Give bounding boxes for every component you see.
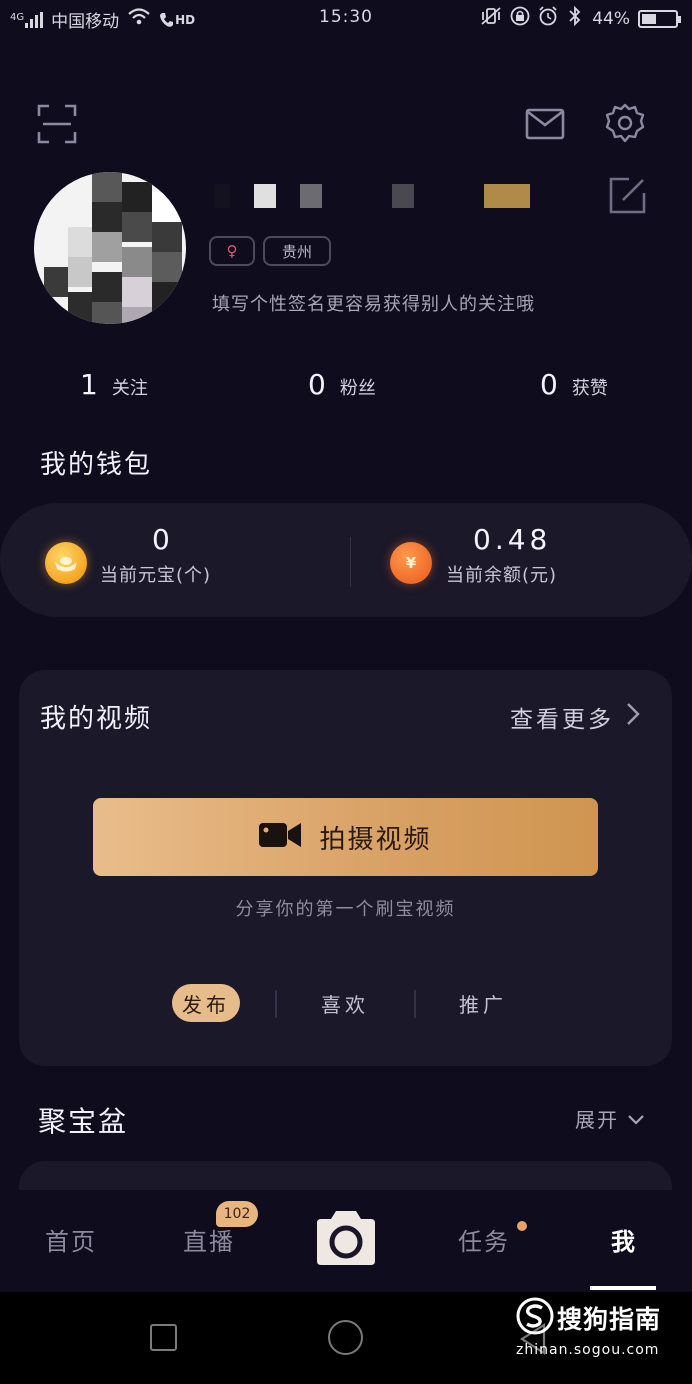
bluetooth-icon bbox=[566, 5, 584, 31]
nav-tasks[interactable]: 任务 bbox=[458, 1222, 510, 1257]
camera-button[interactable] bbox=[313, 1209, 379, 1267]
wallet-title: 我的钱包 bbox=[40, 450, 153, 480]
money-bag-symbol: ¥ bbox=[405, 554, 417, 572]
stat-fans-label: 粉丝 bbox=[339, 378, 376, 399]
vibrate-icon bbox=[480, 7, 502, 30]
treasure-title: 聚宝盆 bbox=[38, 1105, 129, 1138]
nav-live[interactable]: 直播 bbox=[183, 1222, 235, 1257]
gender-tag: ♀ bbox=[209, 236, 255, 266]
sogou-watermark: 搜狗指南 zhinan.sogou.com bbox=[515, 1296, 675, 1366]
yuanbao-value: 0 bbox=[152, 523, 174, 556]
tab-likes[interactable]: 喜欢 bbox=[309, 984, 381, 1022]
tab-promote[interactable]: 推广 bbox=[447, 984, 519, 1022]
view-more-link[interactable]: 查看更多 bbox=[510, 700, 640, 734]
edit-profile-icon[interactable] bbox=[607, 175, 647, 215]
stat-likes-count: 0 bbox=[540, 368, 558, 401]
bottom-tab-bar: 首页 直播 102 任务 我 bbox=[0, 1190, 692, 1292]
shoot-video-label: 拍摄视频 bbox=[319, 824, 432, 855]
status-bar: 4G 中国移动 HD 15:30 44% bbox=[0, 0, 692, 36]
recents-button[interactable] bbox=[150, 1324, 177, 1351]
wallet-yuanbao[interactable]: 0 当前元宝(个) bbox=[0, 503, 340, 617]
location-tag: 贵州 bbox=[263, 236, 331, 266]
wallet-balance[interactable]: ¥ 0.48 当前余额(元) bbox=[352, 503, 692, 617]
watermark-url: zhinan.sogou.com bbox=[516, 1342, 660, 1358]
chevron-right-icon bbox=[626, 702, 640, 732]
stat-following[interactable]: 1 关注 bbox=[80, 368, 148, 401]
scan-icon[interactable] bbox=[37, 104, 77, 144]
tab-publish[interactable]: 发布 bbox=[172, 984, 240, 1022]
view-more-label: 查看更多 bbox=[510, 707, 614, 733]
tab-separator bbox=[275, 990, 277, 1018]
watermark-brand: 搜狗指南 bbox=[557, 1305, 662, 1334]
tab-separator bbox=[414, 990, 416, 1018]
shoot-video-button[interactable]: 拍摄视频 bbox=[93, 798, 598, 876]
signature-text[interactable]: 填写个性签名更容易获得别人的关注哦 bbox=[212, 290, 535, 316]
my-videos-title: 我的视频 bbox=[40, 704, 153, 734]
wallet-divider bbox=[350, 537, 351, 587]
nav-active-indicator bbox=[590, 1286, 656, 1290]
balance-value: 0.48 bbox=[473, 523, 552, 556]
avatar[interactable] bbox=[34, 172, 186, 324]
my-videos-card: 我的视频 查看更多 拍摄视频 分享你的第一个刷宝视频 发布 喜欢 推广 bbox=[19, 670, 672, 1066]
expand-toggle[interactable]: 展开 bbox=[575, 1104, 645, 1133]
battery-icon bbox=[638, 9, 681, 28]
battery-percent: 44% bbox=[592, 8, 630, 29]
yuanbao-label: 当前元宝(个) bbox=[100, 565, 212, 586]
mail-icon[interactable] bbox=[525, 104, 565, 144]
stat-following-count: 1 bbox=[80, 368, 98, 401]
tasks-notification-dot bbox=[517, 1221, 527, 1231]
balance-label: 当前余额(元) bbox=[446, 565, 558, 586]
home-button[interactable] bbox=[328, 1320, 363, 1355]
female-icon: ♀ bbox=[226, 242, 238, 260]
nav-home[interactable]: 首页 bbox=[45, 1222, 97, 1257]
username-redacted bbox=[206, 180, 546, 212]
stat-likes[interactable]: 0 获赞 bbox=[540, 368, 608, 401]
lock-rotation-icon bbox=[510, 6, 530, 31]
video-tabs: 发布 喜欢 推广 bbox=[19, 984, 672, 1024]
live-badge: 102 bbox=[216, 1201, 258, 1227]
video-camera-icon bbox=[259, 821, 302, 853]
stat-fans[interactable]: 0 粉丝 bbox=[308, 368, 376, 401]
sogou-logo-icon bbox=[515, 1296, 555, 1340]
gear-icon[interactable] bbox=[605, 103, 645, 143]
expand-label: 展开 bbox=[575, 1108, 619, 1132]
wallet-card: 0 当前元宝(个) ¥ 0.48 当前余额(元) bbox=[0, 503, 692, 617]
nav-me[interactable]: 我 bbox=[611, 1222, 637, 1257]
money-bag-icon: ¥ bbox=[390, 542, 432, 584]
stat-likes-label: 获赞 bbox=[571, 378, 608, 399]
share-hint: 分享你的第一个刷宝视频 bbox=[235, 899, 456, 920]
stat-fans-count: 0 bbox=[308, 368, 326, 401]
profile-stats: 1 关注 0 粉丝 0 获赞 bbox=[0, 368, 692, 412]
alarm-icon bbox=[538, 6, 558, 31]
stat-following-label: 关注 bbox=[111, 378, 148, 399]
chevron-down-icon bbox=[627, 1107, 645, 1131]
yuanbao-icon bbox=[45, 542, 87, 584]
